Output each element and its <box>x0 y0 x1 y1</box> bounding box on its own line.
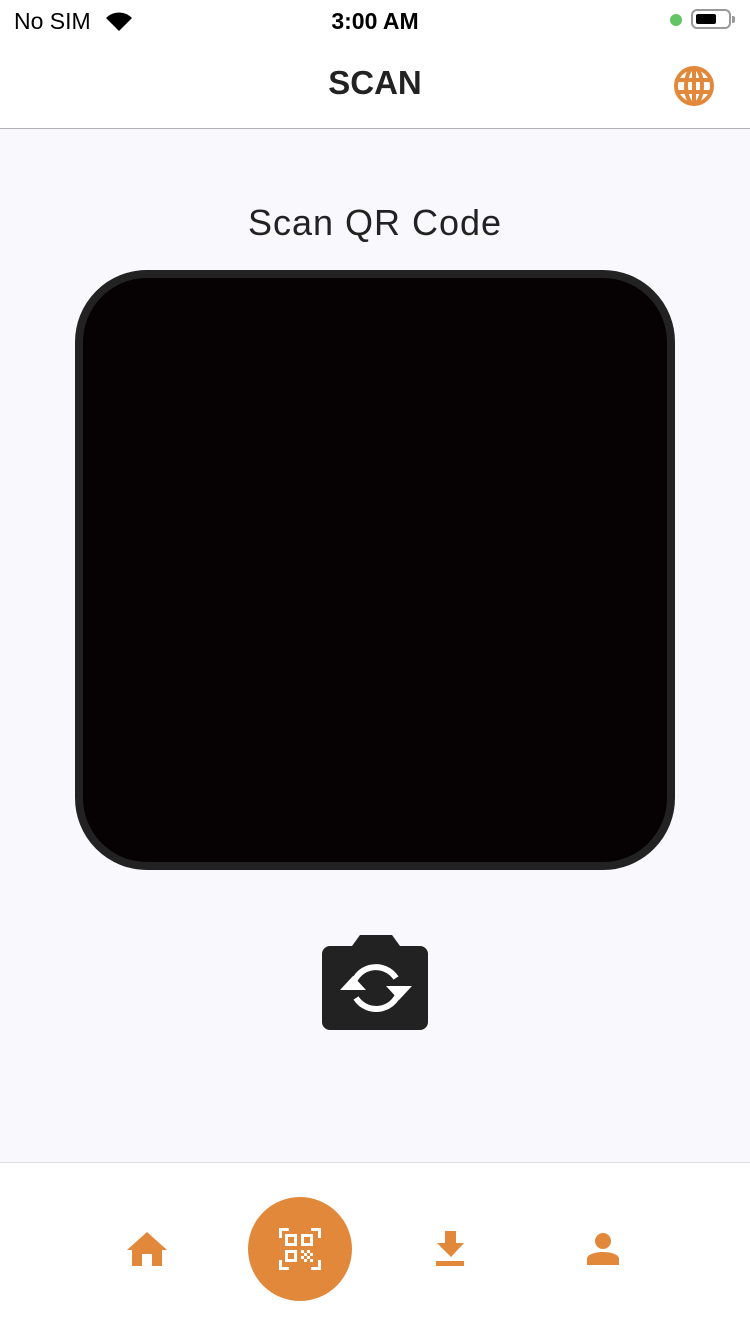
status-bar: No SIM 3:00 AM <box>0 0 750 42</box>
qr-code-icon <box>279 1228 321 1270</box>
camera-preview[interactable] <box>75 270 675 870</box>
tab-bar <box>0 1162 750 1335</box>
scan-heading: Scan QR Code <box>247 202 503 243</box>
nav-bar: SCAN <box>0 42 750 129</box>
privacy-indicator <box>670 14 682 26</box>
page-title: SCAN <box>328 64 422 101</box>
battery-icon <box>691 9 735 29</box>
clock: 3:00 AM <box>331 8 419 34</box>
globe-icon[interactable] <box>672 64 716 108</box>
person-icon[interactable] <box>586 1232 620 1266</box>
download-icon[interactable] <box>436 1231 466 1267</box>
camera-switch-icon[interactable] <box>322 934 430 1032</box>
tab-scan[interactable] <box>248 1197 352 1301</box>
home-icon[interactable] <box>126 1231 168 1267</box>
